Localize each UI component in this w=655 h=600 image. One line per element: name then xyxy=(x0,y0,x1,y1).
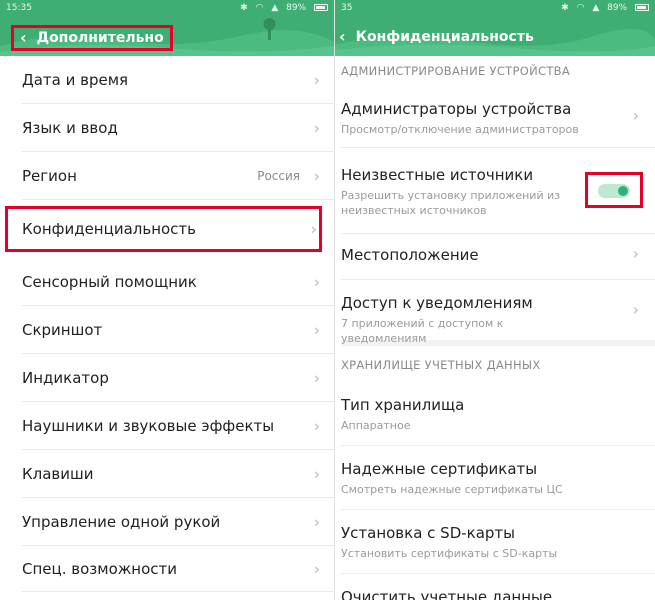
settings-item-screenshot[interactable]: Скриншот › xyxy=(22,306,334,354)
header-bar: 15:35 ✱ ◠ ▲ 89% ‹ Дополнительно xyxy=(0,0,334,56)
section-header-device-admin: АДМИНИСТРИРОВАНИЕ УСТРОЙСТВА xyxy=(341,64,570,78)
item-label: Язык и ввод xyxy=(22,118,118,137)
item-subtitle: 7 приложений с доступом к уведомлениям xyxy=(341,317,504,345)
battery-percent: 89% xyxy=(607,3,628,13)
item-label: Конфиденциальность xyxy=(22,220,197,238)
item-title: Очистить учетные данные xyxy=(341,588,553,600)
item-label: Индикатор xyxy=(22,368,109,387)
item-label: Управление одной рукой xyxy=(22,512,221,531)
item-label: Наушники и звуковые эффекты xyxy=(22,416,275,435)
battery-icon xyxy=(635,4,649,11)
bluetooth-icon: ✱ xyxy=(240,3,248,13)
item-title: Администраторы устройства xyxy=(341,100,572,118)
bluetooth-icon: ✱ xyxy=(561,3,569,13)
item-subtitle: Разрешить установку приложений из неизве… xyxy=(341,189,561,217)
unknown-sources-toggle-highlight xyxy=(585,172,643,208)
item-label: Спец. возможности xyxy=(22,559,177,578)
status-time: 35 xyxy=(341,3,353,13)
back-button[interactable]: ‹ Конфиденциальность xyxy=(339,26,534,48)
chevron-right-icon: › xyxy=(313,70,320,89)
toggle-knob xyxy=(618,186,628,196)
settings-item-privacy[interactable]: Конфиденциальность › xyxy=(5,206,322,252)
privacy-item-notification-access[interactable]: Доступ к уведомлениям 7 приложений с дос… xyxy=(341,280,655,346)
privacy-item-storage-type[interactable]: Тип хранилища Аппаратное xyxy=(341,382,655,446)
settings-item-accessibility[interactable]: Спец. возможности › xyxy=(22,546,334,592)
privacy-item-device-admins[interactable]: Администраторы устройства Просмотр/отклю… xyxy=(341,86,655,148)
item-title: Установка с SD-карты xyxy=(341,524,516,542)
item-title: Доступ к уведомлениям xyxy=(341,294,533,312)
item-label: Сенсорный помощник xyxy=(22,272,197,291)
chevron-right-icon: › xyxy=(310,219,317,239)
battery-percent: 89% xyxy=(286,3,307,13)
wifi-icon: ◠ xyxy=(576,3,585,13)
unknown-sources-toggle[interactable] xyxy=(598,184,630,198)
status-time: 15:35 xyxy=(6,3,32,13)
back-arrow-icon: ‹ xyxy=(339,27,346,46)
signal-icon: ▲ xyxy=(271,3,279,13)
item-subtitle: Просмотр/отключение администраторов xyxy=(341,123,579,136)
chevron-right-icon: › xyxy=(313,559,320,578)
item-label: Скриншот xyxy=(22,320,103,339)
item-title: Тип хранилища xyxy=(341,396,465,414)
section-header-credential-storage: ХРАНИЛИЩЕ УЧЕТНЫХ ДАННЫХ xyxy=(341,358,541,372)
item-label: Клавиши xyxy=(22,464,94,483)
chevron-right-icon: › xyxy=(313,464,320,483)
settings-item-language[interactable]: Язык и ввод › xyxy=(22,104,334,152)
page-title: Дополнительно xyxy=(36,30,164,46)
chevron-right-icon: › xyxy=(313,166,320,185)
item-title: Неизвестные источники xyxy=(341,166,534,184)
item-title: Местоположение xyxy=(341,246,479,264)
item-subtitle: Установить сертификаты с SD-карты xyxy=(341,547,558,560)
settings-item-indicator[interactable]: Индикатор › xyxy=(22,354,334,402)
privacy-item-clear-credentials[interactable]: Очистить учетные данные xyxy=(341,574,655,600)
signal-icon: ▲ xyxy=(592,3,600,13)
settings-item-region[interactable]: Регион Россия › xyxy=(22,152,334,200)
privacy-settings-screen: 35 ✱ ◠ ▲ 89% ‹ Конфиденциальность АДМИНИ… xyxy=(334,0,655,600)
item-subtitle: Аппаратное xyxy=(341,419,411,432)
settings-item-touch-assistant[interactable]: Сенсорный помощник › xyxy=(22,258,334,306)
settings-item-keys[interactable]: Клавиши › xyxy=(22,450,334,498)
header-bar: 35 ✱ ◠ ▲ 89% ‹ Конфиденциальность xyxy=(335,0,655,56)
item-label: Регион xyxy=(22,166,77,185)
chevron-right-icon: › xyxy=(632,244,639,263)
region-value: Россия xyxy=(257,168,300,183)
wifi-icon: ◠ xyxy=(255,3,264,13)
chevron-right-icon: › xyxy=(313,118,320,137)
chevron-right-icon: › xyxy=(313,368,320,387)
privacy-item-trusted-certs[interactable]: Надежные сертификаты Смотреть надежные с… xyxy=(341,446,655,510)
battery-icon xyxy=(314,4,328,11)
settings-item-headphones[interactable]: Наушники и звуковые эффекты › xyxy=(22,402,334,450)
chevron-right-icon: › xyxy=(632,106,639,125)
chevron-right-icon: › xyxy=(313,320,320,339)
status-bar: 35 ✱ ◠ ▲ 89% xyxy=(341,3,649,15)
chevron-right-icon: › xyxy=(313,512,320,531)
item-title: Надежные сертификаты xyxy=(341,460,538,478)
back-arrow-icon: ‹ xyxy=(20,28,27,47)
settings-item-date-time[interactable]: Дата и время › xyxy=(22,56,334,104)
back-button[interactable]: ‹ Дополнительно xyxy=(11,25,173,51)
page-title: Конфиденциальность xyxy=(355,29,534,45)
privacy-item-install-from-sd[interactable]: Установка с SD-карты Установить сертифик… xyxy=(341,510,655,574)
privacy-item-location[interactable]: Местоположение › xyxy=(341,234,655,280)
chevron-right-icon: › xyxy=(313,416,320,435)
item-subtitle: Смотреть надежные сертификаты ЦС xyxy=(341,483,563,496)
settings-item-one-hand[interactable]: Управление одной рукой › xyxy=(22,498,334,546)
advanced-settings-screen: 15:35 ✱ ◠ ▲ 89% ‹ Дополнительно Дата и в… xyxy=(0,0,334,600)
status-bar: 15:35 ✱ ◠ ▲ 89% xyxy=(6,3,328,15)
chevron-right-icon: › xyxy=(313,272,320,291)
item-label: Дата и время xyxy=(22,70,129,89)
chevron-right-icon: › xyxy=(632,300,639,319)
